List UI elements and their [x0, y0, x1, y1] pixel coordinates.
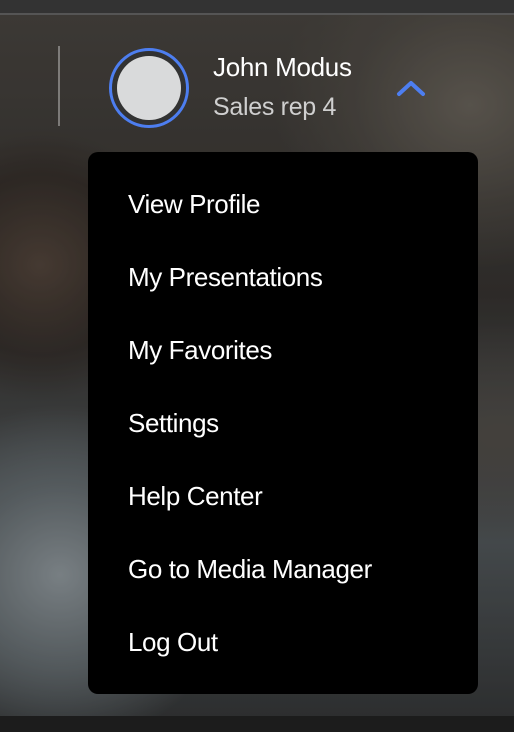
avatar-placeholder-icon — [117, 56, 181, 120]
menu-item-settings[interactable]: Settings — [128, 408, 219, 439]
profile-menu-toggle-button[interactable] — [393, 74, 429, 102]
header-divider — [58, 46, 60, 126]
window-bottom-bar — [0, 716, 514, 732]
menu-item-help-center[interactable]: Help Center — [128, 481, 263, 512]
menu-item-my-presentations[interactable]: My Presentations — [128, 262, 323, 293]
profile-dropdown-menu: View Profile My Presentations My Favorit… — [88, 152, 478, 694]
chevron-up-icon — [397, 81, 425, 96]
menu-item-log-out[interactable]: Log Out — [128, 627, 218, 658]
user-name: John Modus — [213, 52, 352, 82]
menu-item-go-to-media-manager[interactable]: Go to Media Manager — [128, 554, 372, 585]
menu-item-view-profile[interactable]: View Profile — [128, 189, 260, 220]
avatar[interactable] — [109, 48, 189, 128]
menu-item-my-favorites[interactable]: My Favorites — [128, 335, 272, 366]
user-role: Sales rep 4 — [213, 93, 337, 121]
